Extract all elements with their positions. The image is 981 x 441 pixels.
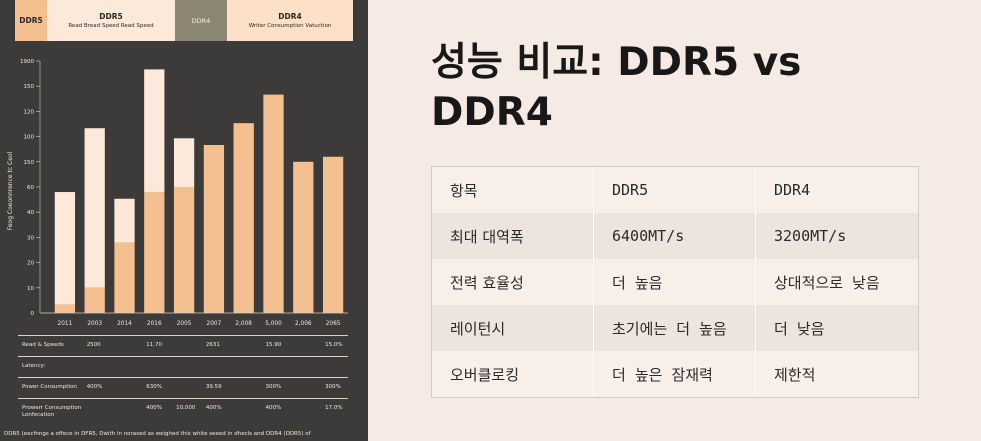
x-tick-label: 2007	[207, 321, 222, 327]
chart-legend: DDR5 DDR5 Read Bread Speed Read Speed DD…	[15, 0, 353, 41]
legend-sublabel: Read Bread Speed Read Speed	[68, 22, 154, 29]
table-cell: 2500	[86, 342, 101, 348]
table-cell: 레이턴시	[432, 305, 594, 351]
table-cell: 최대 대역폭	[432, 213, 594, 259]
x-tick-label: 2065	[326, 321, 341, 327]
bar-ddr5	[293, 161, 314, 313]
table-row: Read & Speeds 2500 11.70 2631 15.90 15.0%	[18, 335, 348, 356]
y-tick-label: 40	[27, 210, 34, 216]
table-cell: 전력 효율성	[432, 259, 594, 305]
table-cell: 400%	[146, 405, 163, 411]
y-tick-label: 100	[24, 135, 35, 141]
legend-item-ddr4-swatch: DDR4	[175, 0, 227, 41]
bar-ddr5	[54, 304, 76, 313]
table-cell: 630%	[146, 384, 163, 390]
table-row: 전력 효율성 더 높음 상대적으로 낮음	[432, 259, 918, 305]
legend-label: DDR4	[191, 16, 211, 25]
bar-ddr5	[263, 94, 284, 313]
legend-label: DDR5	[19, 15, 43, 25]
table-cell: 제한적	[774, 365, 816, 384]
x-tick-label: 2,006	[295, 321, 312, 327]
legend-sublabel: Writer Consumption Vatuction	[248, 22, 332, 29]
table-cell: 300%	[325, 384, 341, 390]
y-tick-label: 30	[27, 235, 34, 241]
x-tick-label: 2005	[177, 321, 192, 327]
row-label: Read & Speeds	[22, 342, 64, 348]
bar-ddr5-read	[84, 128, 105, 288]
legend-item-ddr4: DDR4 Writer Consumption Vatuction	[227, 0, 353, 41]
bar-ddr5	[203, 145, 225, 313]
bar-ddr5-read	[54, 192, 76, 305]
table-row: 오버클로킹 더 높은 잠재력 제한적	[432, 351, 918, 397]
x-tick-label: 2011	[58, 321, 73, 327]
legend-item-ddr5: DDR5 Read Bread Speed Read Speed	[47, 0, 175, 41]
y-tick-label: 120	[24, 109, 35, 115]
page-title: 성능 비교: DDR5 vs DDR4	[431, 40, 802, 135]
table-cell: 3200MT/s	[774, 227, 847, 245]
table-cell: 15.0%	[325, 342, 343, 348]
x-tick-label: 5,000	[265, 321, 282, 327]
table-cell: 400%	[86, 384, 103, 390]
x-tick-label: 2016	[147, 321, 162, 327]
table-cell: 더 높은 잠재력	[594, 351, 756, 397]
table-header-cell: DDR4	[774, 181, 811, 199]
table-cell: 15.90	[265, 342, 282, 348]
bar-ddr5	[84, 287, 105, 313]
bar-ddr5	[322, 156, 344, 313]
table-cell: 6400MT/s	[594, 213, 756, 259]
y-tick-label: 150	[24, 84, 35, 90]
table-cell: 2631	[205, 342, 220, 348]
table-cell: 39.59	[205, 384, 222, 390]
table-cell: 10,000	[176, 405, 196, 411]
table-cell: 400%	[205, 405, 222, 411]
x-tick-label: 2014	[117, 321, 132, 327]
y-axis-label: Feog Coeonnrence tc Ceol	[7, 151, 14, 230]
table-header-cell: 항목	[432, 167, 594, 213]
table-cell: 더 높음	[594, 259, 756, 305]
x-tick-label: 2003	[87, 321, 102, 327]
y-tick-label: 10	[27, 286, 34, 292]
comparison-panel: 성능 비교: DDR5 vs DDR4 항목 DDR5 DDR4 최대 대역폭 …	[368, 0, 981, 441]
table-row: 레이턴시 초기에는 더 높음 더 낮음	[432, 305, 918, 351]
bar-ddr5-read	[173, 138, 195, 187]
bar-ddr5	[233, 123, 254, 313]
table-cell: 초기에는 더 높음	[594, 305, 756, 351]
chart-data-table: Read & Speeds 2500 11.70 2631 15.90 15.0% Late…	[18, 335, 348, 419]
y-tick-label: 150	[24, 160, 35, 166]
table-cell: 오버클로킹	[432, 351, 594, 397]
table-row: Prowerr Consumption Lonfecation 400% 10,00…	[18, 398, 348, 419]
table-row: 최대 대역폭 6400MT/s 3200MT/s	[432, 213, 918, 259]
legend-label: DDR5	[99, 11, 123, 21]
bar-ddr5-read	[114, 198, 135, 243]
table-cell: 17.0%	[325, 405, 343, 411]
chart-footnote: DDR5 (eecfnngs a offece in DFR5, Dwith i…	[4, 431, 311, 437]
table-header-row: 항목 DDR5 DDR4	[432, 167, 918, 213]
table-cell: 더 낮음	[774, 319, 825, 338]
y-tick-label: 0	[31, 311, 35, 317]
chart-panel: DDR5 DDR5 Read Bread Speed Read Speed DD…	[0, 0, 368, 441]
table-cell: 상대적으로 낮음	[774, 273, 880, 292]
y-tick-label: 20	[27, 261, 34, 267]
table-row: Latency:	[18, 356, 348, 377]
bar-ddr5	[173, 187, 195, 313]
bar-chart: 0 10 20 30 40 60 150 100 120 150 1900 2011 2003 2014…	[7, 59, 348, 327]
bar-ddr5-read	[144, 69, 165, 193]
table-cell: 11.70	[146, 342, 163, 348]
x-tick-label: 2,008	[235, 321, 252, 327]
y-tick-label: 1900	[20, 59, 34, 65]
bar-ddr5	[144, 192, 165, 313]
row-label: Prowerr Consumption Lonfecation	[22, 405, 82, 418]
table-cell: 400%	[265, 405, 282, 411]
bar-ddr5	[114, 242, 135, 313]
table-row: Power Consumption 400% 630% 39.59 300% 300%	[18, 377, 348, 398]
y-tick-label: 60	[27, 185, 34, 191]
table-cell: 300%	[265, 384, 282, 390]
row-label: Power Consumption	[22, 384, 77, 390]
row-label: Latency:	[22, 363, 46, 369]
comparison-table: 항목 DDR5 DDR4 최대 대역폭 6400MT/s 3200MT/s 전력…	[431, 166, 919, 398]
legend-label: DDR4	[278, 11, 302, 21]
table-header-cell: DDR5	[594, 167, 756, 213]
legend-item-ddr5-swatch: DDR5	[15, 0, 47, 41]
